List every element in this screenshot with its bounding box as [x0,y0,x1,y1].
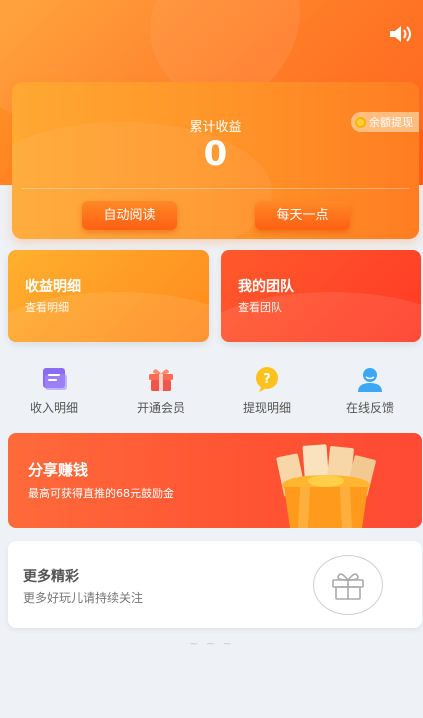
quick-label: 开通会员 [136,401,185,415]
income-detail-sub: 查看明细 [25,301,69,314]
daily-button[interactable]: 每天一点 [255,201,350,230]
money-box-icon [276,444,376,528]
more-title: 更多精彩 [23,569,79,585]
quick-withdraw-detail[interactable]: ? 提现明细 [222,362,312,418]
income-detail-title: 收益明细 [25,279,81,295]
quick-label: 收入明细 [29,401,78,415]
share-earn-banner[interactable]: 分享赚钱 最高可获得直推的68元鼓励金 [8,433,422,528]
question-icon: ? [256,367,278,392]
quick-label: 提现明细 [242,401,291,415]
gift-icon [149,369,173,391]
svg-text:?: ? [263,372,271,387]
divider [22,188,409,189]
document-icon [43,368,67,390]
earnings-value: 0 [203,134,228,174]
earnings-card: 累计收益 0 余额提现 自动阅读 每天一点 [12,82,419,239]
my-team-card[interactable]: 我的团队 查看团队 [221,250,421,342]
share-sub: 最高可获得直推的68元鼓励金 [28,487,174,500]
quick-open-member[interactable]: 开通会员 [116,362,206,418]
quick-feedback[interactable]: 在线反馈 [325,362,415,418]
withdraw-label: 余额提现 [369,116,413,129]
speaker-icon[interactable] [389,24,413,44]
my-team-sub: 查看团队 [238,301,282,314]
withdraw-button[interactable]: 余额提现 [351,112,419,132]
income-detail-card[interactable]: 收益明细 查看明细 [8,250,209,342]
loading-indicator: ~ ~ ~ [189,637,234,650]
my-team-title: 我的团队 [238,279,294,295]
quick-label: 在线反馈 [345,401,394,415]
gift-box-icon [313,555,383,615]
coin-icon [355,116,366,128]
share-title: 分享赚钱 [28,461,89,479]
more-card: 更多精彩 更多好玩儿请持续关注 [8,541,422,628]
user-icon [358,368,382,392]
auto-read-button[interactable]: 自动阅读 [82,201,177,230]
quick-actions: 收入明细 开通会员 ? 提现明细 在线反馈 [0,362,423,422]
more-sub: 更多好玩儿请持续关注 [23,591,144,605]
quick-income-detail[interactable]: 收入明细 [9,362,99,418]
